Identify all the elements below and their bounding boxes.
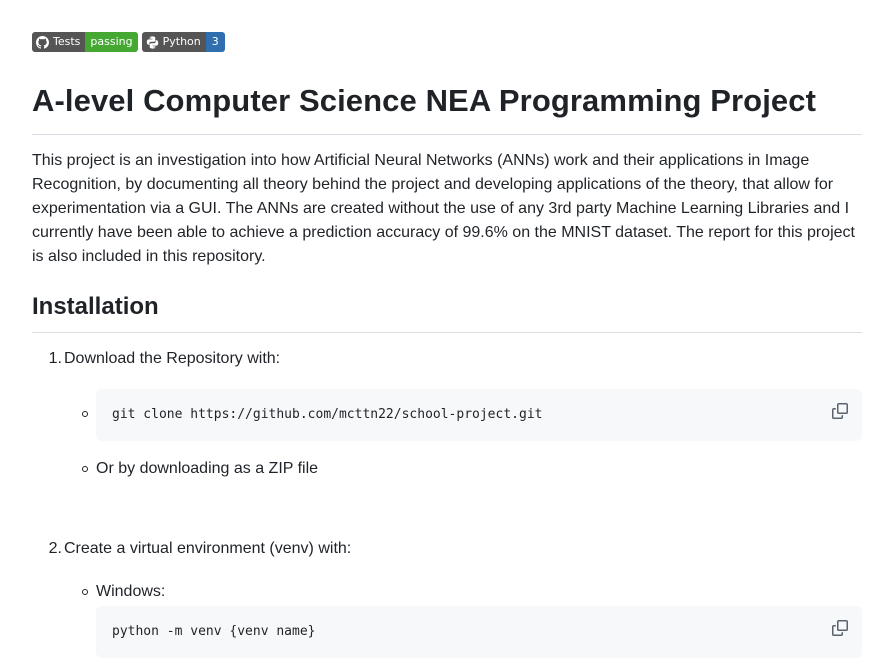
- zip-download-note: Or by downloading as a ZIP file: [96, 460, 319, 477]
- install-step-1: 1. Download the Repository with:: [32, 347, 280, 371]
- windows-label: Windows:: [96, 583, 166, 600]
- code-block-git-clone: git clone https://github.com/mcttn22/sch…: [96, 389, 862, 441]
- copy-icon[interactable]: [832, 620, 848, 636]
- install-step-2: 2. Create a virtual environment (venv) wi…: [32, 537, 352, 561]
- installation-divider: [32, 332, 862, 333]
- tests-badge-status: passing: [85, 32, 138, 52]
- bullet: [80, 580, 90, 604]
- code-block-venv: python -m venv {venv name}: [96, 606, 862, 658]
- bullet: [80, 457, 90, 481]
- python-badge-label: Python: [162, 35, 201, 48]
- step-text: Download the Repository with:: [64, 350, 281, 367]
- python-badge-version: 3: [205, 32, 225, 52]
- step-number: 2.: [48, 540, 62, 557]
- step-text: Create a virtual environment (venv) with…: [64, 540, 352, 557]
- title-divider: [32, 134, 862, 135]
- code-text[interactable]: python -m venv {venv name}: [112, 622, 316, 642]
- badges: Tests passing Python 3: [32, 32, 225, 52]
- tests-badge[interactable]: Tests passing: [32, 32, 138, 52]
- bullet: [80, 402, 90, 426]
- code-text[interactable]: git clone https://github.com/mcttn22/sch…: [112, 405, 542, 425]
- python-badge[interactable]: Python 3: [141, 32, 225, 52]
- installation-heading: Installation: [32, 293, 159, 320]
- intro-paragraph: This project is an investigation into ho…: [32, 152, 855, 265]
- page-title: A-level Computer Science NEA Programming…: [32, 83, 817, 118]
- step-number: 1.: [48, 350, 62, 367]
- github-icon: [36, 35, 49, 49]
- tests-badge-label: Tests: [53, 35, 81, 48]
- python-icon: [146, 35, 159, 49]
- copy-icon[interactable]: [832, 403, 848, 419]
